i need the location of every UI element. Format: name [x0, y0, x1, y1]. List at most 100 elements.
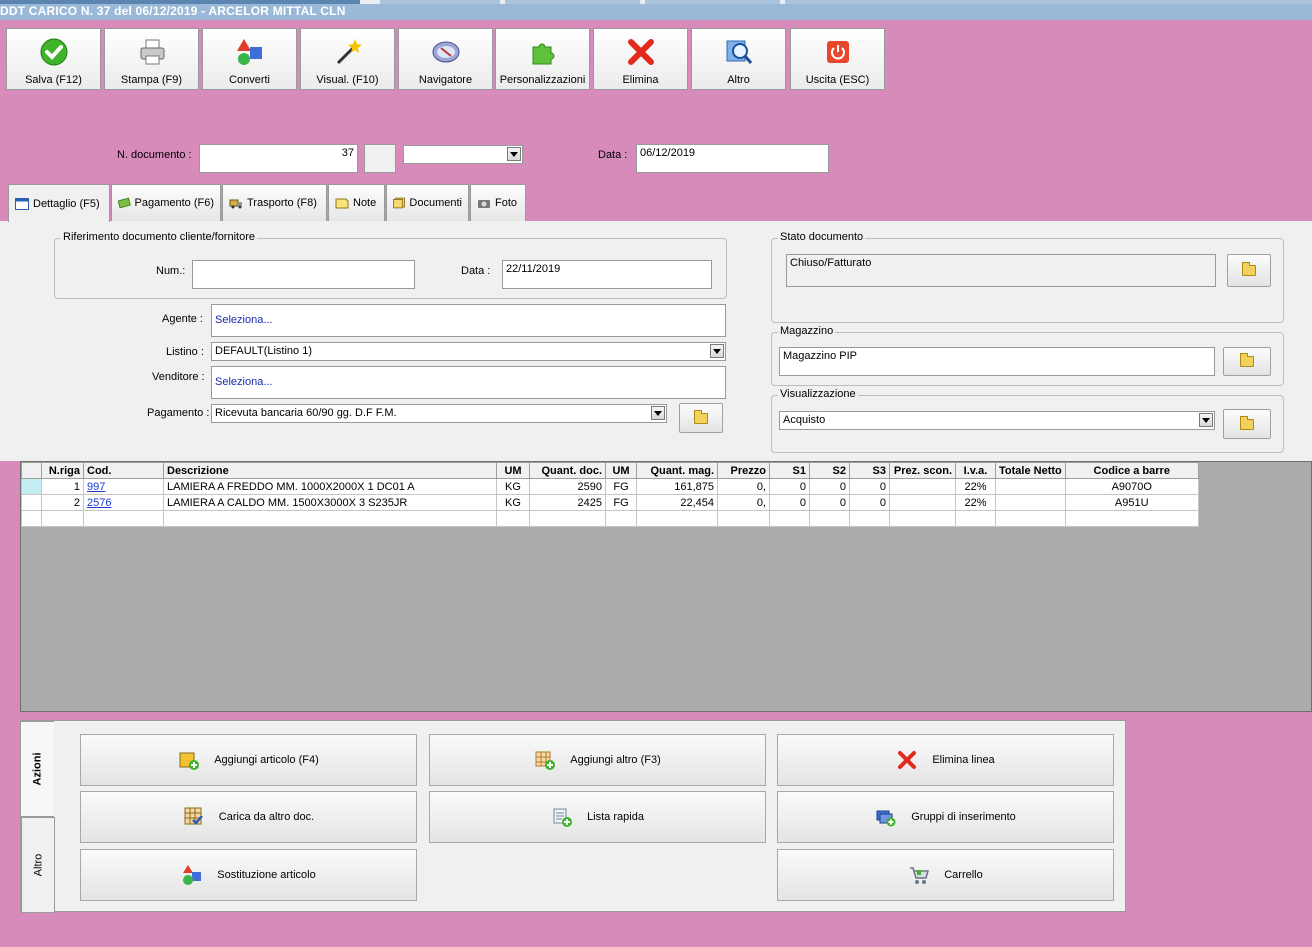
reference-number-field[interactable] — [192, 260, 415, 289]
column-header[interactable]: S2 — [809, 462, 850, 479]
discounted-price-cell[interactable] — [889, 494, 956, 511]
magic-wand-icon — [336, 39, 362, 65]
print-label: Stampa (F9) — [120, 74, 183, 86]
discount2-cell[interactable]: 0 — [809, 478, 850, 495]
tab-dettaglio[interactable]: Dettaglio (F5) — [8, 184, 110, 222]
view-select[interactable]: Acquisto — [779, 411, 1215, 430]
tab-documenti[interactable]: Documenti — [386, 184, 469, 221]
save-button[interactable]: Salva (F12) — [6, 28, 101, 90]
discount3-cell[interactable]: 0 — [849, 478, 890, 495]
price-list-select[interactable]: DEFAULT(Listino 1) — [211, 342, 726, 361]
document-date-field[interactable]: 06/12/2019 — [636, 144, 829, 173]
vat-cell[interactable]: 22% — [955, 494, 996, 511]
document-series-select[interactable] — [403, 145, 523, 164]
insert-groups-button[interactable]: Gruppi di inserimento — [777, 791, 1114, 843]
column-header[interactable]: Descrizione — [163, 462, 497, 479]
row-selector[interactable] — [21, 494, 42, 511]
document-suffix-box[interactable] — [364, 144, 396, 173]
discounted-price-cell[interactable] — [889, 478, 956, 495]
column-header[interactable]: N.riga — [41, 462, 84, 479]
exit-button[interactable]: Uscita (ESC) — [790, 28, 885, 90]
vat-cell[interactable]: 22% — [955, 478, 996, 495]
tab-pagamento[interactable]: Pagamento (F6) — [111, 184, 221, 221]
column-header[interactable]: S3 — [849, 462, 890, 479]
um-cell[interactable]: KG — [496, 478, 530, 495]
table-row[interactable]: 1 997 LAMIERA A FREDDO MM. 1000X2000X 1 … — [21, 478, 1199, 495]
status-browse-button[interactable] — [1227, 254, 1271, 287]
agent-label: Agente : — [162, 313, 203, 325]
column-header[interactable]: Prez. scon. — [889, 462, 956, 479]
description-cell[interactable]: LAMIERA A FREDDO MM. 1000X2000X 1 DC01 A — [163, 478, 497, 495]
column-header[interactable]: Totale Netto — [995, 462, 1066, 479]
chevron-down-icon[interactable] — [1199, 413, 1213, 427]
column-header[interactable]: UM — [496, 462, 530, 479]
payment-select[interactable]: Ricevuta bancaria 60/90 gg. D.F F.M. — [211, 404, 667, 423]
description-cell[interactable]: LAMIERA A CALDO MM. 1500X3000X 3 S235JR — [163, 494, 497, 511]
navigator-button[interactable]: Navigatore — [398, 28, 493, 90]
column-header[interactable]: S1 — [769, 462, 810, 479]
money-icon — [118, 197, 131, 209]
column-header[interactable]: I.v.a. — [955, 462, 996, 479]
qty-doc-cell[interactable]: 2425 — [529, 494, 606, 511]
chevron-down-icon[interactable] — [651, 406, 665, 420]
delete-line-button[interactable]: Elimina linea — [777, 734, 1114, 786]
um-cell[interactable]: KG — [496, 494, 530, 511]
column-header[interactable]: Cod. — [83, 462, 164, 479]
column-header[interactable]: Quant. doc. — [529, 462, 606, 479]
chevron-down-icon[interactable] — [710, 344, 724, 358]
add-article-button[interactable]: Aggiungi articolo (F4) — [80, 734, 417, 786]
barcode-cell[interactable]: A951U — [1064, 494, 1199, 511]
price-cell[interactable]: 0, — [717, 478, 770, 495]
discount3-cell[interactable]: 0 — [849, 494, 890, 511]
column-header[interactable]: Prezzo — [717, 462, 770, 479]
tab-note[interactable]: Note — [328, 184, 385, 221]
qty-mag-cell[interactable]: 22,454 — [636, 494, 718, 511]
seller-select[interactable]: Seleziona... — [211, 366, 726, 399]
convert-button[interactable]: Converti — [202, 28, 297, 90]
price-cell[interactable]: 0, — [717, 494, 770, 511]
tab-label: Pagamento (F6) — [134, 197, 214, 209]
discount1-cell[interactable]: 0 — [769, 478, 810, 495]
table-row-empty[interactable] — [21, 510, 1199, 527]
tab-foto[interactable]: Foto — [470, 184, 526, 221]
tab-trasporto[interactable]: Trasporto (F8) — [222, 184, 327, 221]
row-selector[interactable] — [21, 478, 42, 495]
tab-label: Documenti — [409, 197, 462, 209]
um-mag-cell[interactable]: FG — [605, 494, 637, 511]
add-other-button[interactable]: Aggiungi altro (F3) — [429, 734, 766, 786]
discount1-cell[interactable]: 0 — [769, 494, 810, 511]
payment-browse-button[interactable] — [679, 403, 723, 433]
print-button[interactable]: Stampa (F9) — [104, 28, 199, 90]
other-label: Altro — [727, 74, 750, 86]
qty-mag-cell[interactable]: 161,875 — [636, 478, 718, 495]
lines-grid[interactable]: N.riga Cod. Descrizione UM Quant. doc. U… — [20, 461, 1312, 712]
column-header[interactable]: Quant. mag. — [636, 462, 718, 479]
barcode-cell[interactable]: A9070O — [1064, 478, 1199, 495]
warehouse-field[interactable]: Magazzino PIP — [779, 347, 1215, 376]
column-header[interactable]: Codice a barre — [1064, 462, 1199, 479]
column-header[interactable]: UM — [605, 462, 637, 479]
table-row[interactable]: 2 2576 LAMIERA A CALDO MM. 1500X3000X 3 … — [21, 494, 1199, 511]
agent-select[interactable]: Seleziona... — [211, 304, 726, 337]
quick-list-button[interactable]: Lista rapida — [429, 791, 766, 843]
other-button[interactable]: Altro — [691, 28, 786, 90]
tab-label: Trasporto (F8) — [247, 197, 317, 209]
customizations-button[interactable]: Personalizzazioni — [495, 28, 590, 90]
load-from-doc-button[interactable]: Carica da altro doc. — [80, 791, 417, 843]
replace-article-button[interactable]: Sostituzione articolo — [80, 849, 417, 901]
chevron-down-icon[interactable] — [507, 147, 521, 161]
um-mag-cell[interactable]: FG — [605, 478, 637, 495]
discount2-cell[interactable]: 0 — [809, 494, 850, 511]
delete-button[interactable]: Elimina — [593, 28, 688, 90]
view-browse-button[interactable] — [1223, 409, 1271, 439]
qty-doc-cell[interactable]: 2590 — [529, 478, 606, 495]
visual-button[interactable]: Visual. (F10) — [300, 28, 395, 90]
document-number-field[interactable]: 37 — [199, 144, 358, 173]
side-tab-azioni[interactable]: Azioni — [20, 721, 54, 817]
article-code-link[interactable]: 997 — [87, 481, 105, 493]
reference-date-field[interactable]: 22/11/2019 — [502, 260, 712, 289]
cart-button[interactable]: Carrello — [777, 849, 1114, 901]
side-tab-altro[interactable]: Altro — [21, 817, 55, 913]
warehouse-browse-button[interactable] — [1223, 347, 1271, 376]
article-code-link[interactable]: 2576 — [87, 497, 111, 509]
